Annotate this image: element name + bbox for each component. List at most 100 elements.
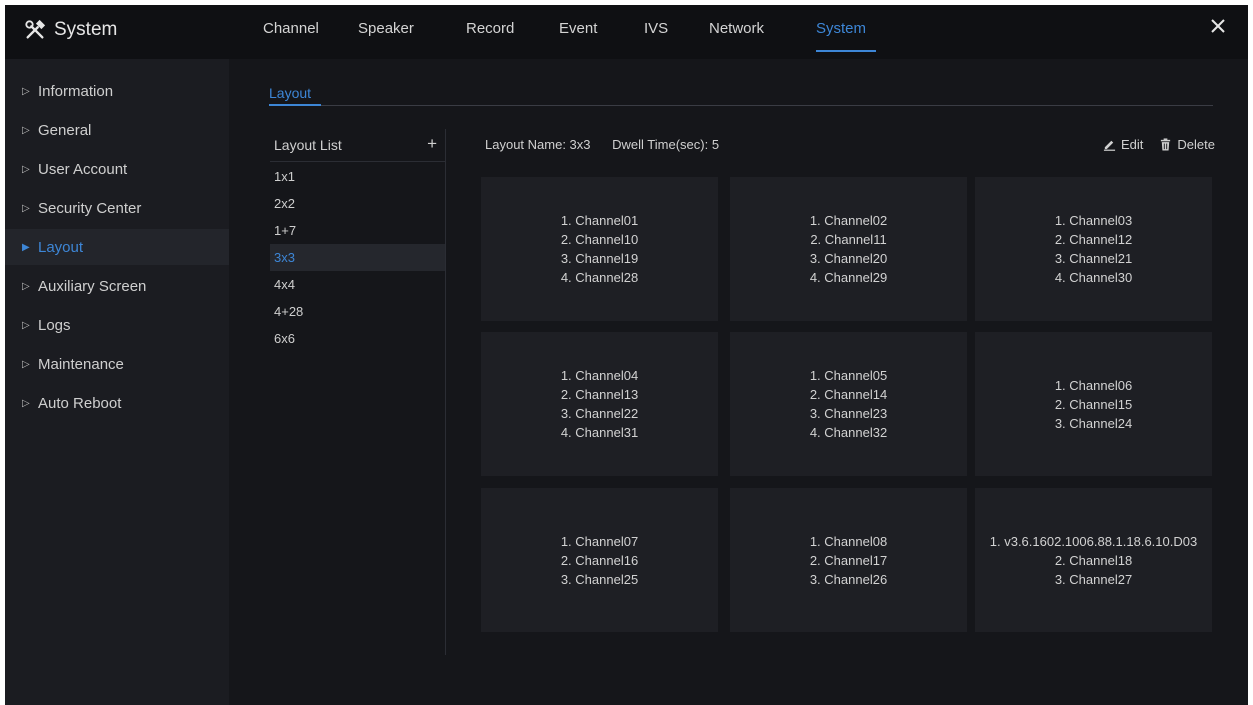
triangle-right-icon: ▷ xyxy=(22,358,30,370)
cell-line: 3. Channel27 xyxy=(1054,571,1133,587)
top-bar: System Channel Speaker Record Event IVS … xyxy=(5,5,1248,59)
layout-actions: Edit Delete xyxy=(1087,137,1215,152)
layout-list-item-3x3[interactable]: 3x3 xyxy=(270,244,445,271)
layout-cell[interactable]: 1. Channel02 2. Channel11 3. Channel20 4… xyxy=(730,177,967,321)
subtab-divider xyxy=(269,105,1213,106)
pencil-icon xyxy=(1103,140,1116,151)
cell-line: 3. Channel25 xyxy=(560,571,639,587)
sidebar-item-layout[interactable]: ▶ Layout xyxy=(5,229,229,265)
cell-line: 2. Channel15 xyxy=(1054,396,1133,412)
sidebar-item-logs[interactable]: ▷ Logs xyxy=(5,307,229,343)
cell-line: 1. v3.6.1602.1006.88.1.18.6.10.D03 xyxy=(989,533,1198,549)
list-divider xyxy=(445,129,446,655)
cell-line: 1. Channel06 xyxy=(1054,377,1133,393)
cell-line: 3. Channel19 xyxy=(560,251,639,266)
cell-line: 1. Channel03 xyxy=(1054,213,1133,228)
layout-list-item-4x4[interactable]: 4x4 xyxy=(270,271,445,298)
triangle-right-icon: ▷ xyxy=(22,124,30,136)
triangle-right-icon: ▷ xyxy=(22,163,30,175)
cell-line: 2. Channel10 xyxy=(560,232,639,247)
tab-ivs[interactable]: IVS xyxy=(644,20,668,37)
sidebar-item-label: Information xyxy=(38,82,114,100)
sidebar: ▷ Information ▷ General ▷ User Account ▷… xyxy=(5,59,229,705)
tab-event[interactable]: Event xyxy=(559,20,597,37)
layout-cell[interactable]: 1. Channel03 2. Channel12 3. Channel21 4… xyxy=(975,177,1212,321)
layout-cell[interactable]: 1. Channel07 2. Channel16 3. Channel25 xyxy=(481,488,718,632)
sidebar-item-label: Logs xyxy=(38,316,71,334)
active-tab-underline xyxy=(816,50,876,52)
cell-line: 4. Channel30 xyxy=(1054,270,1133,285)
layout-list-item-1x1[interactable]: 1x1 xyxy=(270,163,445,190)
sidebar-item-label: User Account xyxy=(38,160,128,178)
cell-line: 4. Channel31 xyxy=(560,425,639,440)
cell-line: 2. Channel17 xyxy=(809,552,888,568)
cell-line: 2. Channel13 xyxy=(560,387,639,402)
trash-icon xyxy=(1161,138,1171,151)
sidebar-item-general[interactable]: ▷ General xyxy=(5,112,229,148)
layout-name-label: Layout Name: 3x3 xyxy=(485,137,591,152)
cell-line: 4. Channel32 xyxy=(809,425,888,440)
sidebar-item-auto-reboot[interactable]: ▷ Auto Reboot xyxy=(5,385,229,421)
tab-network[interactable]: Network xyxy=(709,20,764,37)
cell-line: 3. Channel22 xyxy=(560,406,639,421)
cell-line: 1. Channel07 xyxy=(560,533,639,549)
cell-line: 1. Channel05 xyxy=(809,368,888,383)
edit-button[interactable]: Edit xyxy=(1103,137,1143,152)
layout-list-item-4-28[interactable]: 4+28 xyxy=(270,298,445,325)
triangle-right-icon: ▷ xyxy=(22,202,30,214)
cell-line: 4. Channel28 xyxy=(560,270,639,285)
sidebar-item-label: Auto Reboot xyxy=(38,394,122,412)
layout-list-title: Layout List xyxy=(274,137,342,153)
layout-list-item-2x2[interactable]: 2x2 xyxy=(270,190,445,217)
delete-button[interactable]: Delete xyxy=(1159,137,1215,152)
app-window: System Channel Speaker Record Event IVS … xyxy=(5,5,1248,705)
cell-line: 4. Channel29 xyxy=(809,270,888,285)
dwell-time-label: Dwell Time(sec): 5 xyxy=(612,137,720,152)
cell-line: 3. Channel26 xyxy=(809,571,888,587)
layout-list: Layout List + 1x1 2x2 1+7 3x3 4x4 4+28 6… xyxy=(270,129,445,659)
cell-line: 3. Channel21 xyxy=(1054,251,1133,266)
layout-cell[interactable]: 1. Channel05 2. Channel14 3. Channel23 4… xyxy=(730,332,967,476)
cell-line: 2. Channel14 xyxy=(809,387,888,402)
layout-list-header: Layout List + xyxy=(270,129,445,162)
layout-cell[interactable]: 1. Channel08 2. Channel17 3. Channel26 xyxy=(730,488,967,632)
triangle-right-icon: ▷ xyxy=(22,280,30,292)
layout-cell[interactable]: 1. Channel04 2. Channel13 3. Channel22 4… xyxy=(481,332,718,476)
layout-cell[interactable]: 1. Channel01 2. Channel10 3. Channel19 4… xyxy=(481,177,718,321)
layout-list-item-6x6[interactable]: 6x6 xyxy=(270,325,445,352)
cell-line: 1. Channel08 xyxy=(809,533,888,549)
layout-cell[interactable]: 1. v3.6.1602.1006.88.1.18.6.10.D03 2. Ch… xyxy=(975,488,1212,632)
sidebar-item-information[interactable]: ▷ Information xyxy=(5,73,229,109)
sidebar-item-maintenance[interactable]: ▷ Maintenance xyxy=(5,346,229,382)
close-icon[interactable] xyxy=(1208,16,1228,36)
main-panel: Layout Layout List + 1x1 2x2 1+7 3x3 4x4… xyxy=(229,59,1248,705)
sidebar-item-security-center[interactable]: ▷ Security Center xyxy=(5,190,229,226)
plus-icon[interactable]: + xyxy=(427,134,437,154)
sidebar-item-user-account[interactable]: ▷ User Account xyxy=(5,151,229,187)
cell-line: 1. Channel04 xyxy=(560,368,639,383)
layout-cell[interactable]: 1. Channel06 2. Channel15 3. Channel24 xyxy=(975,332,1212,476)
tab-system[interactable]: System xyxy=(816,20,866,37)
layout-list-item-1-7[interactable]: 1+7 xyxy=(270,217,445,244)
tab-channel[interactable]: Channel xyxy=(263,20,319,37)
sidebar-item-auxiliary-screen[interactable]: ▷ Auxiliary Screen xyxy=(5,268,229,304)
sidebar-item-label: Maintenance xyxy=(38,355,124,373)
cell-line: 3. Channel20 xyxy=(809,251,888,266)
edit-label: Edit xyxy=(1121,137,1144,152)
sidebar-item-label: Security Center xyxy=(38,199,142,217)
tab-record[interactable]: Record xyxy=(466,20,514,37)
cell-line: 1. Channel02 xyxy=(809,213,888,228)
app-title: System xyxy=(54,19,118,40)
cell-line: 2. Channel18 xyxy=(1054,552,1133,568)
subtab-layout[interactable]: Layout xyxy=(269,85,311,101)
cell-line: 3. Channel24 xyxy=(1054,415,1133,431)
triangle-right-icon: ▷ xyxy=(22,319,30,331)
sidebar-item-label: Auxiliary Screen xyxy=(38,277,147,295)
triangle-right-icon: ▷ xyxy=(22,397,30,409)
layout-info: Layout Name: 3x3 Dwell Time(sec): 5 xyxy=(485,137,719,152)
tab-speaker[interactable]: Speaker xyxy=(358,20,414,37)
sidebar-item-label: General xyxy=(38,121,92,139)
cell-line: 1. Channel01 xyxy=(560,213,639,228)
triangle-right-icon: ▷ xyxy=(22,85,30,97)
cell-line: 2. Channel16 xyxy=(560,552,639,568)
